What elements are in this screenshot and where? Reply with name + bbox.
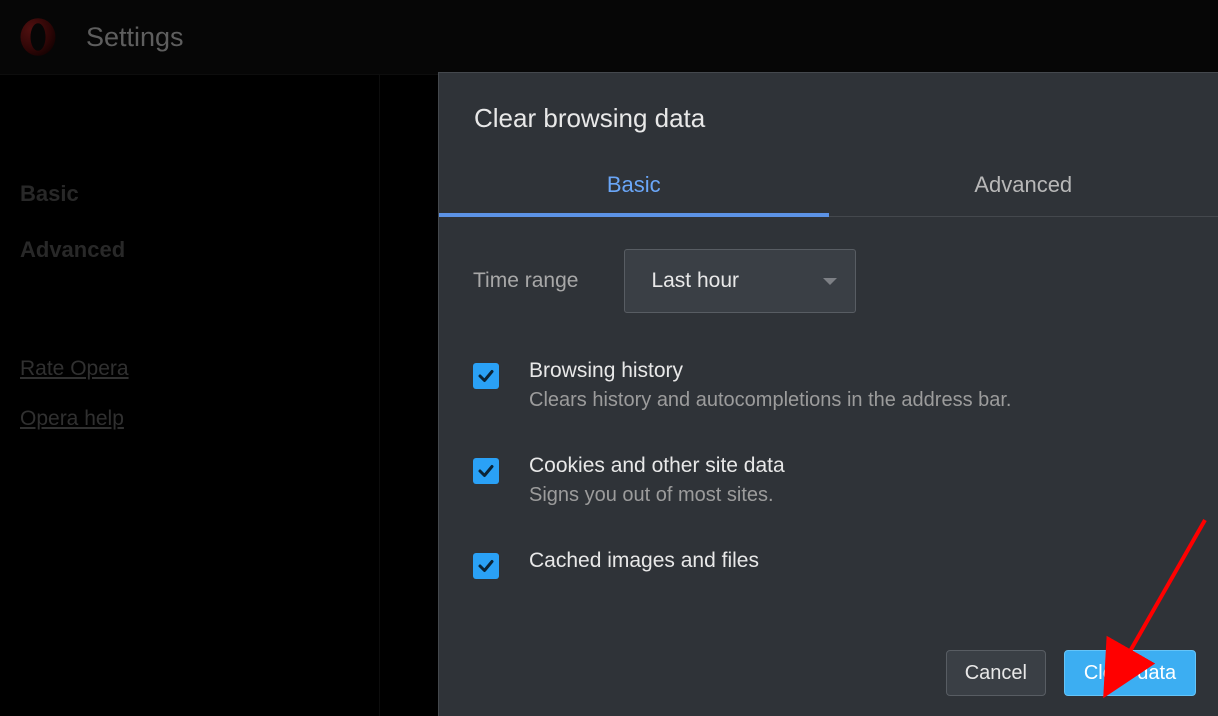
option-text: Browsing history Clears history and auto… (529, 359, 1012, 412)
option-text: Cookies and other site data Signs you ou… (529, 454, 785, 507)
option-cookies: Cookies and other site data Signs you ou… (473, 454, 1184, 507)
clear-data-button[interactable]: Clear data (1064, 650, 1196, 696)
settings-sidebar: Basic Advanced Rate Opera Opera help (0, 75, 380, 716)
tab-advanced[interactable]: Advanced (829, 156, 1218, 216)
option-desc: Signs you out of most sites. (529, 484, 785, 507)
dialog-tabs: Basic Advanced (439, 156, 1218, 217)
sidebar-item-basic[interactable]: Basic (20, 181, 379, 207)
sidebar-link-opera-help[interactable]: Opera help (20, 407, 379, 431)
checkbox-cached[interactable] (473, 553, 499, 579)
option-title: Cached images and files (529, 549, 759, 573)
sidebar-links: Rate Opera Opera help (20, 357, 379, 457)
option-desc: Clears history and autocompletions in th… (529, 389, 1012, 412)
dialog-title: Clear browsing data (439, 73, 1218, 156)
dialog-footer: Cancel Clear data (439, 650, 1218, 716)
time-range-select[interactable]: Last hour (624, 249, 856, 313)
tab-basic[interactable]: Basic (439, 156, 829, 216)
option-browsing-history: Browsing history Clears history and auto… (473, 359, 1184, 412)
cancel-button[interactable]: Cancel (946, 650, 1046, 696)
time-range-label: Time range (473, 269, 578, 293)
option-title: Cookies and other site data (529, 454, 785, 478)
time-range-row: Time range Last hour (473, 249, 1184, 313)
option-cached: Cached images and files (473, 549, 1184, 579)
sidebar-link-rate-opera[interactable]: Rate Opera (20, 357, 379, 381)
chevron-down-icon (823, 278, 837, 285)
page-title: Settings (86, 22, 184, 53)
opera-logo-icon (18, 17, 58, 57)
dialog-body: Time range Last hour Browsing history Cl… (439, 217, 1218, 650)
sidebar-item-advanced[interactable]: Advanced (20, 237, 379, 263)
checkbox-cookies[interactable] (473, 458, 499, 484)
checkbox-browsing-history[interactable] (473, 363, 499, 389)
time-range-value: Last hour (651, 269, 739, 293)
option-text: Cached images and files (529, 549, 759, 579)
option-title: Browsing history (529, 359, 1012, 383)
app-header: Settings (0, 0, 1218, 74)
clear-browsing-data-dialog: Clear browsing data Basic Advanced Time … (438, 72, 1218, 716)
